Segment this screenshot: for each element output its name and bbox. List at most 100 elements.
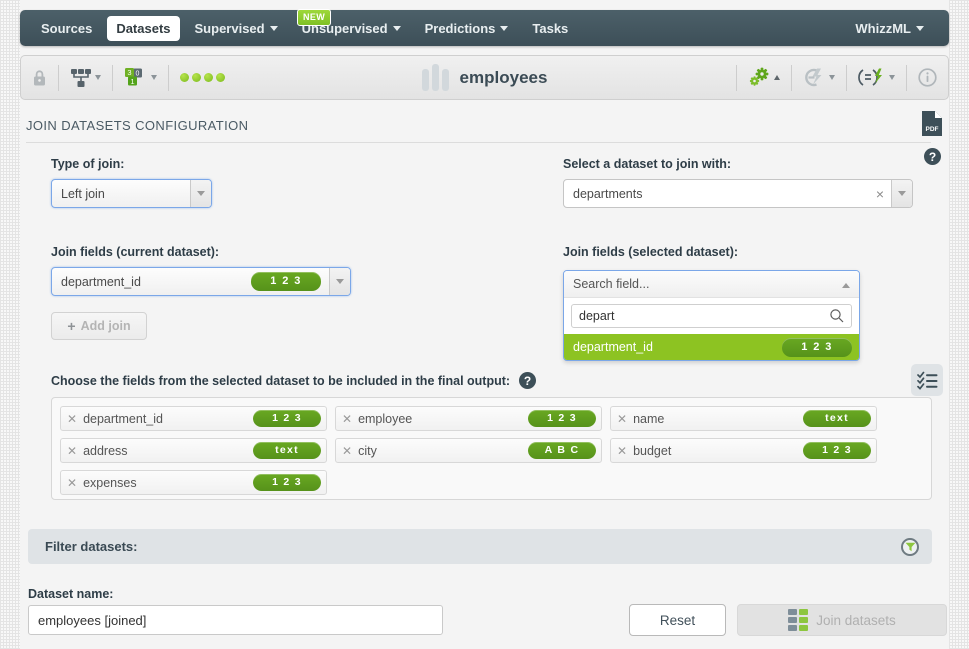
add-join-button[interactable]: + Add join: [51, 312, 147, 340]
nav-item-predictions[interactable]: Predictions: [416, 16, 518, 41]
field-search-input[interactable]: depart: [571, 304, 852, 328]
nav-label: Tasks: [532, 21, 568, 36]
select-all-fields-button[interactable]: [911, 364, 943, 396]
gear-icon: [748, 67, 771, 88]
nav-label: Supervised: [195, 21, 265, 36]
search-icon: [829, 308, 845, 324]
remove-icon[interactable]: ✕: [67, 477, 77, 489]
join-fields-current-select[interactable]: department_id 1 2 3: [51, 267, 351, 296]
chevron-down-icon[interactable]: [891, 180, 912, 207]
field-name: employee: [358, 412, 528, 426]
panel-title: JOIN DATASETS CONFIGURATION: [26, 118, 248, 133]
choose-fields-label: Choose the fields from the selected data…: [51, 374, 510, 388]
nav-item-tasks[interactable]: Tasks: [523, 16, 577, 41]
join-fields-selected-group: Join fields (selected dataset): Search f…: [563, 245, 738, 259]
chevron-down-icon: [151, 75, 157, 80]
type-of-join-group: Type of join: Left join: [51, 157, 212, 208]
field-chip[interactable]: ✕ budget 1 2 3: [610, 438, 877, 463]
nav-item-datasets[interactable]: Datasets: [107, 16, 179, 41]
dataset-name-input[interactable]: employees [joined]: [28, 605, 443, 635]
main-navigation: Sources Datasets Supervised Unsupervised…: [20, 10, 949, 46]
type-of-join-label: Type of join:: [51, 157, 212, 171]
chevron-down-icon: [95, 75, 101, 80]
left-rail: [0, 0, 20, 649]
remove-icon[interactable]: ✕: [342, 413, 352, 425]
chevron-down-icon: [270, 26, 278, 31]
field-name: city: [358, 444, 528, 458]
filter-expand-button[interactable]: [901, 538, 919, 556]
script-flash-icon: [858, 67, 886, 88]
field-chip[interactable]: ✕ employee 1 2 3: [335, 406, 602, 431]
nav-label: Sources: [41, 21, 92, 36]
nav-item-supervised[interactable]: Supervised: [186, 16, 287, 41]
info-icon: [918, 68, 937, 87]
svg-text:PDF: PDF: [926, 126, 939, 133]
script-button[interactable]: [847, 63, 906, 93]
field-chip[interactable]: ✕ name text: [610, 406, 877, 431]
nav-label: Predictions: [425, 21, 496, 36]
lock-icon: [32, 69, 47, 87]
join-fields-current-value: department_id: [52, 275, 251, 289]
remove-icon[interactable]: ✕: [67, 445, 77, 457]
configure-button[interactable]: [737, 63, 791, 93]
field-name: address: [83, 444, 253, 458]
reset-button[interactable]: Reset: [629, 604, 726, 636]
nav-label: Datasets: [116, 21, 170, 36]
split-dataset-icon: [70, 68, 92, 88]
field-type-badge: 1 2 3: [803, 442, 871, 459]
reset-label: Reset: [660, 613, 695, 628]
nav-item-sources[interactable]: Sources: [32, 16, 101, 41]
panel-help-button[interactable]: ?: [924, 148, 941, 165]
select-dataset-value: departments: [564, 187, 869, 201]
type-of-join-value: Left join: [52, 187, 190, 201]
choose-fields-help-button[interactable]: ?: [519, 372, 536, 389]
plus-icon: +: [67, 319, 75, 333]
chevron-up-icon[interactable]: [842, 277, 859, 291]
select-dataset-input[interactable]: departments ×: [563, 179, 913, 208]
select-dataset-label: Select a dataset to join with:: [563, 157, 913, 171]
flash-icon: [803, 67, 826, 88]
sample-dataset-button[interactable]: 0 3 1: [113, 63, 168, 93]
field-name: budget: [633, 444, 803, 458]
remove-icon[interactable]: ✕: [67, 413, 77, 425]
dataset-name-value: employees [joined]: [38, 613, 146, 628]
clear-icon[interactable]: ×: [869, 187, 891, 201]
remove-icon[interactable]: ✕: [617, 413, 627, 425]
add-join-label: Add join: [81, 319, 131, 333]
field-name: name: [633, 412, 803, 426]
field-chip[interactable]: ✕ city A B C: [335, 438, 602, 463]
flash-button[interactable]: [792, 63, 846, 93]
lock-button[interactable]: [21, 63, 58, 93]
type-of-join-select[interactable]: Left join: [51, 179, 212, 208]
info-button[interactable]: [907, 63, 948, 93]
panel-divider: [26, 142, 931, 143]
field-chip[interactable]: ✕ expenses 1 2 3: [60, 470, 327, 495]
join-datasets-button[interactable]: Join datasets: [737, 604, 947, 636]
sample-dataset-icon: 0 3 1: [124, 67, 148, 88]
join-configuration-panel: JOIN DATASETS CONFIGURATION PDF ? Type o…: [20, 105, 949, 649]
svg-text:1: 1: [130, 77, 134, 86]
field-chip[interactable]: ✕ department_id 1 2 3: [60, 406, 327, 431]
remove-icon[interactable]: ✕: [342, 445, 352, 457]
dropdown-header[interactable]: Search field...: [564, 271, 859, 298]
split-dataset-button[interactable]: [59, 63, 112, 93]
field-chip[interactable]: ✕ address text: [60, 438, 327, 463]
chevron-down-icon[interactable]: [329, 268, 350, 295]
field-type-badge: 1 2 3: [528, 410, 596, 427]
dropdown-option-department-id[interactable]: department_id 1 2 3: [564, 334, 859, 360]
field-name: expenses: [83, 476, 253, 490]
field-type-badge: 1 2 3: [253, 410, 321, 427]
remove-icon[interactable]: ✕: [617, 445, 627, 457]
select-dataset-group: Select a dataset to join with: departmen…: [563, 157, 913, 208]
checklist-icon: [917, 371, 938, 390]
pdf-export-button[interactable]: PDF: [921, 110, 943, 137]
chevron-down-icon[interactable]: [190, 180, 211, 207]
dropdown-placeholder: Search field...: [564, 277, 842, 291]
chevron-down-icon: [916, 26, 924, 31]
filter-datasets-bar[interactable]: Filter datasets:: [28, 529, 932, 564]
join-fields-selected-dropdown[interactable]: Search field... depart department_id 1 2…: [563, 270, 860, 361]
join-blocks-icon: [788, 609, 808, 631]
chevron-down-icon: [889, 75, 895, 80]
nav-item-whizzml[interactable]: WhizzML: [846, 16, 933, 41]
join-datasets-label: Join datasets: [816, 613, 896, 628]
